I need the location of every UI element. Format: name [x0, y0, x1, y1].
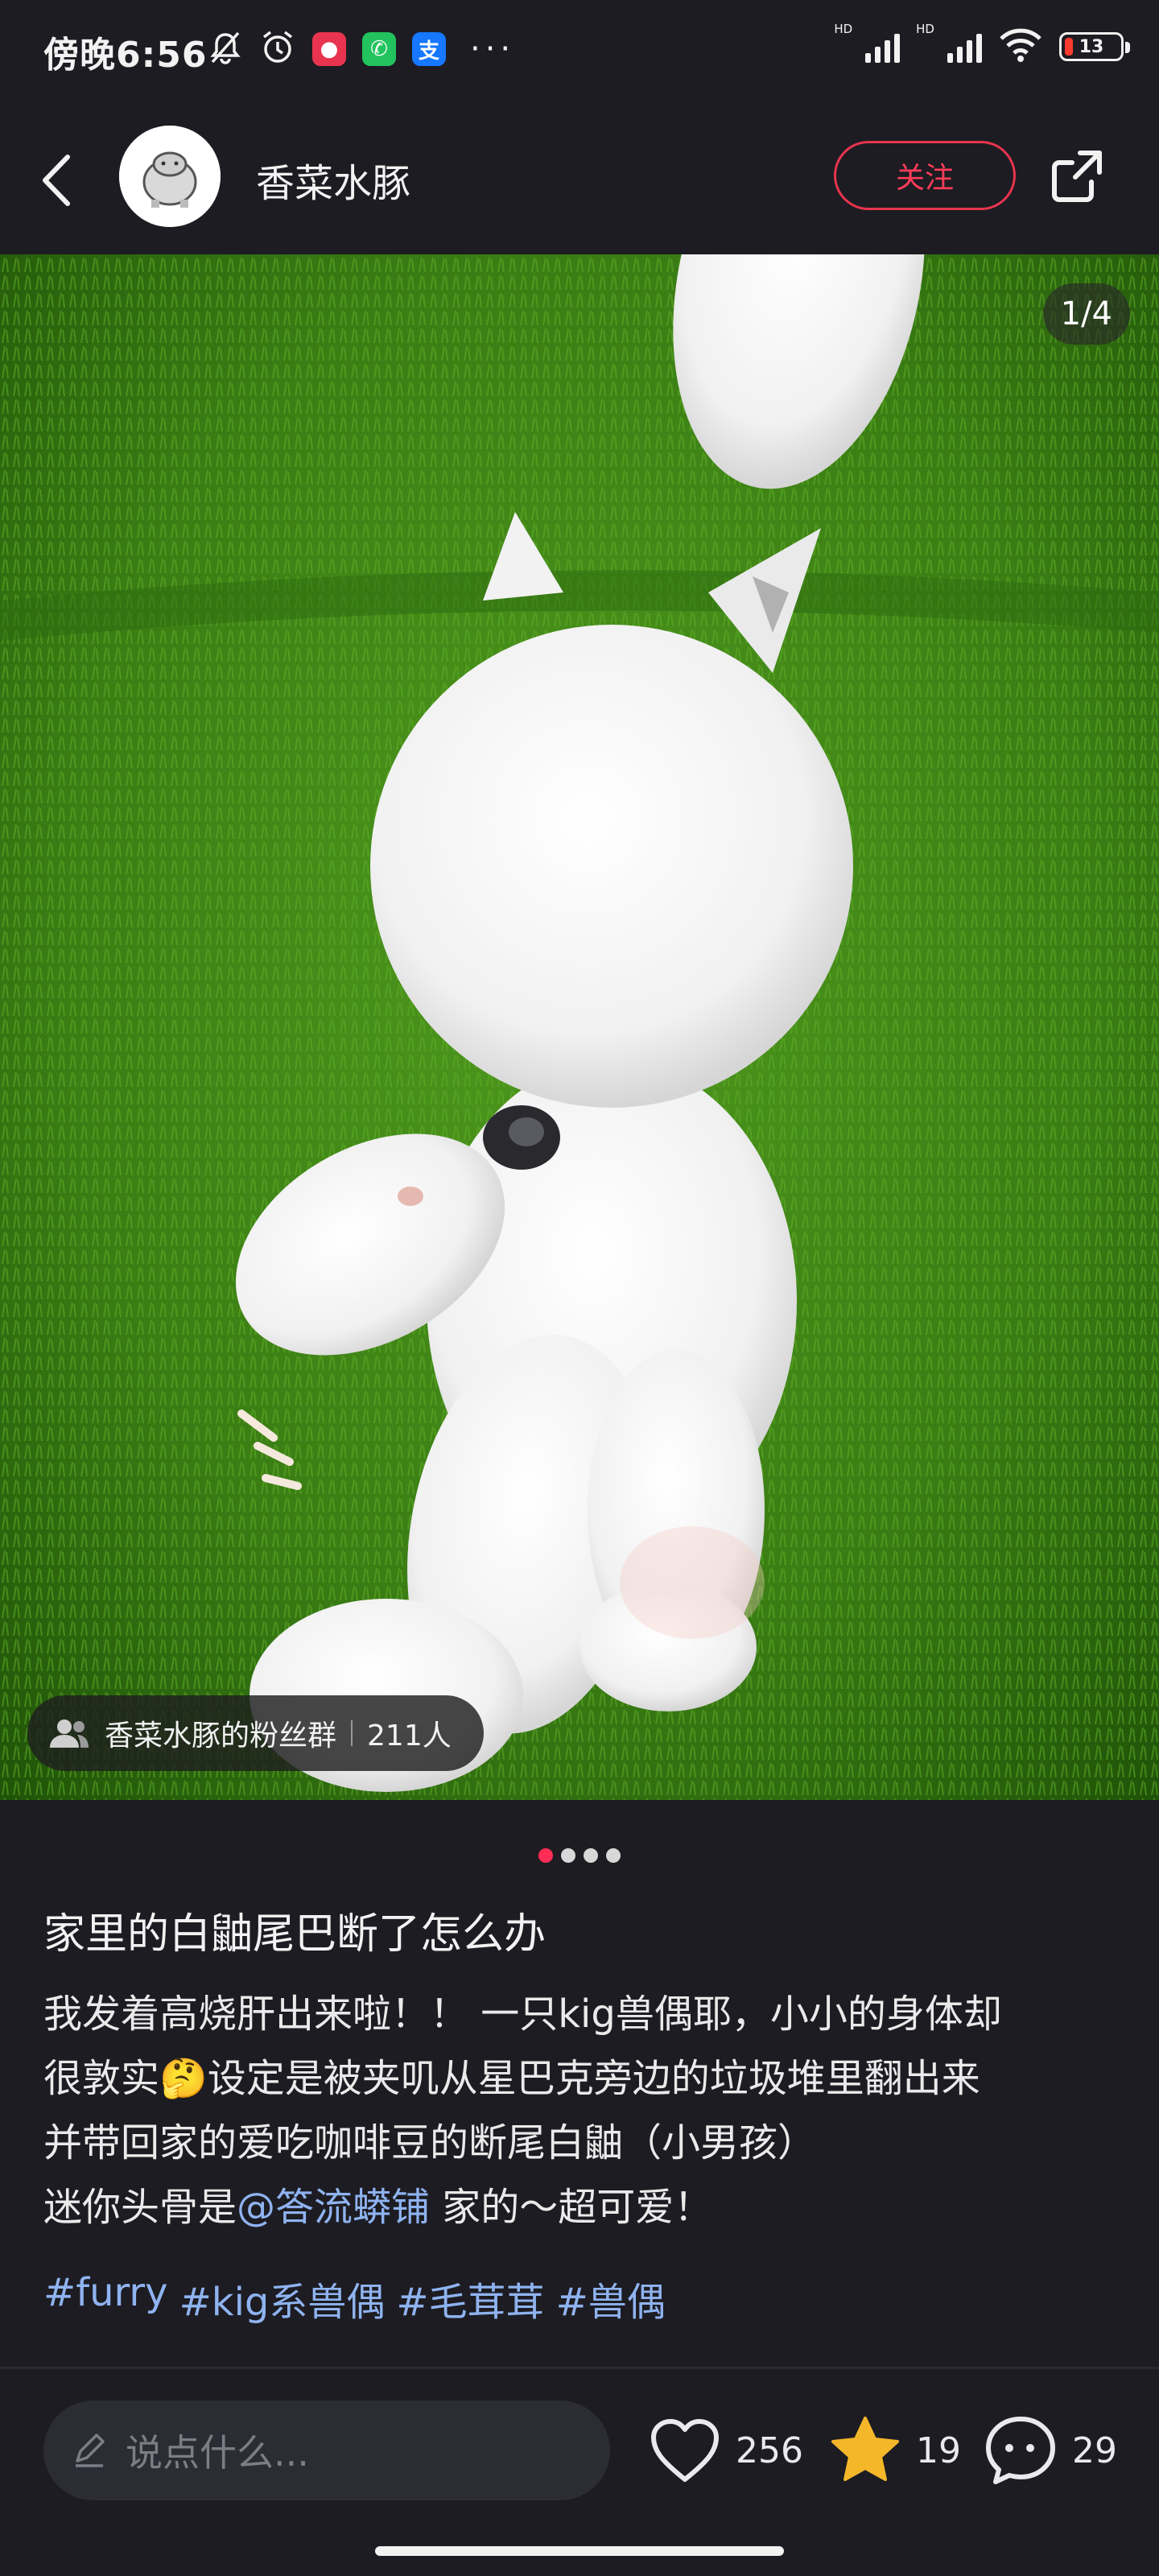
author-name[interactable]: 香菜水豚	[256, 151, 410, 208]
post-body-text: 迷你头骨是	[43, 2185, 237, 2230]
chevron-left-icon	[43, 155, 70, 206]
alipay-icon: 支	[412, 32, 446, 66]
divider	[0, 2367, 1159, 2369]
home-indicator[interactable]	[375, 2546, 784, 2556]
heart-icon	[651, 2419, 719, 2482]
hashtag-link[interactable]: #毛茸茸	[396, 2270, 544, 2326]
back-button[interactable]	[32, 148, 80, 213]
comment-count: 29	[1072, 2429, 1117, 2471]
mention-link[interactable]: @答流蟒铺	[237, 2185, 430, 2230]
carousel-dot	[606, 1848, 621, 1863]
plush-white-ferret-image	[0, 254, 1159, 1800]
post-body: 我发着高烧肝出来啦！！ 一只kig兽偶耶，小小的身体却 很敦实🤔设定是被夹叽从星…	[43, 1982, 1122, 2240]
post-body-line: 迷你头骨是@答流蟒铺 家的～超可爱！	[43, 2175, 1122, 2240]
capybara-avatar-icon	[119, 126, 221, 227]
carousel-dot	[584, 1848, 598, 1863]
post-body-line: 很敦实🤔设定是被夹叽从星巴克旁边的垃圾堆里翻出来	[43, 2056, 980, 2101]
more-dots-icon: ···	[470, 31, 516, 68]
fan-group-name: 香菜水豚的粉丝群	[105, 1719, 337, 1752]
wechat-icon: ✆	[362, 32, 396, 66]
carousel-dot	[561, 1848, 575, 1863]
divider	[351, 1720, 353, 1746]
post-body-line: 我发着高烧肝出来啦！！ 一只kig兽偶耶，小小的身体却	[43, 1992, 1002, 2037]
status-time: 傍晚6:56	[43, 35, 208, 76]
mute-bell-icon	[208, 30, 243, 68]
favorite-button[interactable]: 19	[829, 2410, 961, 2491]
share-button[interactable]	[1048, 147, 1106, 204]
comment-bubble-icon	[986, 2417, 1055, 2484]
fan-group-chip[interactable]: 香菜水豚的粉丝群 211人	[27, 1695, 484, 1771]
follow-button[interactable]: 关注	[834, 141, 1016, 210]
signal-hd-icon: HD	[834, 22, 853, 36]
post-body-text: 家的～超可爱！	[430, 2185, 713, 2230]
pencil-icon	[76, 2434, 105, 2467]
hashtag-link[interactable]: #kig系兽偶	[179, 2270, 386, 2326]
post-body-line: 并带回家的爱吃咖啡豆的断尾白鼬（小男孩）	[43, 2120, 817, 2165]
post-image[interactable]: 1/4 香菜水豚的粉丝群 211人	[0, 254, 1159, 1800]
carousel-dot-active	[538, 1848, 553, 1863]
wifi-icon	[998, 27, 1043, 66]
red-app-icon: ●	[312, 32, 346, 66]
signal-hd-icon: HD	[916, 22, 934, 36]
like-button[interactable]: 256	[649, 2410, 803, 2491]
like-count: 256	[736, 2429, 803, 2471]
comment-placeholder: 说点什么...	[126, 2431, 309, 2475]
group-people-icon	[50, 1719, 89, 1748]
signal-icon	[947, 31, 982, 63]
signal-icon	[865, 31, 901, 63]
post-header: 香菜水豚 关注	[0, 101, 1159, 254]
comment-input[interactable]: 说点什么...	[43, 2401, 610, 2500]
comment-button[interactable]: 29	[984, 2410, 1117, 2491]
hashtag-link[interactable]: #兽偶	[556, 2270, 666, 2326]
hashtag-link[interactable]: #furry	[43, 2270, 168, 2326]
alarm-icon	[259, 29, 296, 69]
favorite-count: 19	[916, 2429, 961, 2471]
share-icon	[1052, 151, 1102, 202]
status-bar: 傍晚6:56 ● ✆ 支 ··· HD HD 13	[0, 0, 1159, 101]
battery-icon: 13	[1059, 32, 1130, 61]
post-title: 家里的白鼬尾巴断了怎么办	[43, 1910, 547, 1959]
carousel-indicator	[0, 1848, 1159, 1863]
notification-icons: ● ✆ 支 ···	[208, 29, 515, 69]
author-avatar[interactable]	[119, 126, 221, 227]
star-icon	[831, 2417, 899, 2481]
system-icons: HD HD 13	[834, 22, 1130, 66]
hashtag-list: #furry #kig系兽偶 #毛茸茸 #兽偶	[43, 2270, 666, 2326]
fan-group-count: 211人	[367, 1719, 452, 1752]
battery-level: 13	[1079, 36, 1104, 57]
image-counter: 1/4	[1042, 283, 1130, 345]
